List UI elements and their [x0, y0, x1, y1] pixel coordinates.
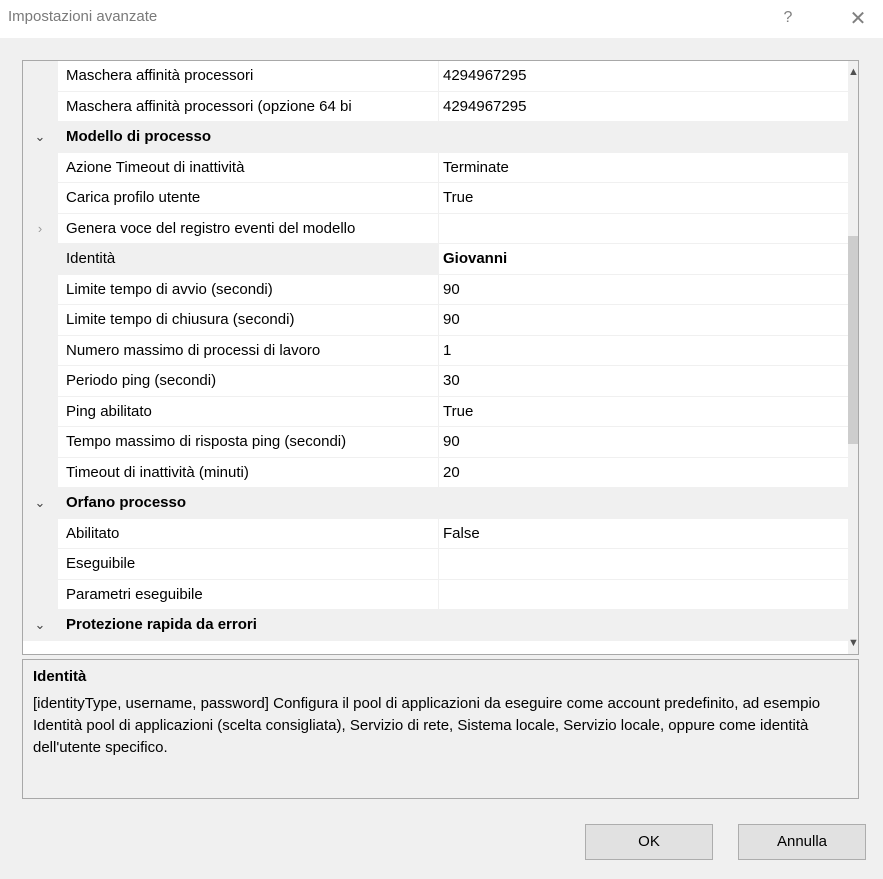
- property-name: Abilitato: [66, 524, 120, 542]
- row-gutter: [23, 183, 58, 213]
- property-row[interactable]: › Genera voce del registro eventi del mod…: [23, 213, 848, 244]
- property-row[interactable]: Numero massimo di processi di lavoro 1: [23, 335, 848, 366]
- property-row[interactable]: Identità Giovanni: [23, 244, 848, 275]
- property-grid-rows: Maschera affinità processori 4294967295 Ma…: [23, 61, 848, 654]
- row-gutter: [23, 335, 58, 365]
- property-row[interactable]: Azione Timeout di inattività Terminate: [23, 152, 848, 183]
- property-row[interactable]: Carica profilo utente True: [23, 183, 848, 214]
- property-row[interactable]: Eseguibile: [23, 549, 848, 580]
- row-gutter: [23, 396, 58, 426]
- title-bar: Impostazioni avanzate ? ✕: [0, 0, 883, 38]
- property-value[interactable]: 1: [438, 335, 848, 365]
- category-row[interactable]: ⌄ Modello di processo: [23, 122, 848, 153]
- row-gutter: [23, 366, 58, 396]
- property-name: Maschera affinità processori (opzione 64…: [66, 97, 352, 115]
- cancel-button[interactable]: Annulla: [738, 824, 866, 860]
- property-name: Limite tempo di avvio (secondi): [66, 280, 273, 298]
- property-value[interactable]: 20: [438, 457, 848, 487]
- property-value[interactable]: 90: [438, 305, 848, 335]
- property-value[interactable]: 4294967295: [438, 61, 848, 91]
- property-row[interactable]: Maschera affinità processori (opzione 64…: [23, 91, 848, 122]
- vertical-scrollbar[interactable]: ▲ ▼: [848, 61, 859, 654]
- window-title: Impostazioni avanzate: [8, 8, 158, 25]
- property-name: Ping abilitato: [66, 402, 152, 420]
- property-name: Periodo ping (secondi): [66, 372, 217, 389]
- description-title: Identità: [33, 668, 87, 685]
- property-grid: Maschera affinità processori 4294967295 Ma…: [22, 60, 859, 655]
- property-value[interactable]: False: [438, 518, 848, 548]
- row-gutter: [23, 274, 58, 304]
- row-gutter: [23, 518, 58, 548]
- category-row[interactable]: ⌄ Orfano processo: [23, 488, 848, 519]
- property-name: Timeout di inattività (minuti): [66, 463, 249, 481]
- row-gutter: [23, 305, 58, 335]
- chevron-down-icon[interactable]: ⌄: [33, 122, 47, 152]
- property-name: Azione Timeout di inattività: [66, 158, 245, 176]
- scroll-down-arrow-icon[interactable]: ▼: [848, 634, 859, 652]
- property-name: Identità: [58, 244, 438, 274]
- help-button[interactable]: ?: [776, 6, 800, 30]
- property-value[interactable]: 30: [438, 366, 848, 396]
- scroll-up-arrow-icon[interactable]: ▲: [848, 63, 859, 81]
- property-name: Genera voce del registro eventi del mode…: [66, 219, 356, 237]
- property-value[interactable]: True: [438, 396, 848, 426]
- property-name: Tempo massimo di risposta ping (secondi): [66, 433, 347, 450]
- property-name: Limite tempo di chiusura (secondi): [66, 311, 295, 328]
- row-gutter: [23, 579, 58, 609]
- property-name: Parametri eseguibile: [66, 585, 203, 603]
- row-gutter: [23, 427, 58, 457]
- category-label: Modello di processo: [66, 128, 212, 145]
- row-gutter: [23, 91, 58, 121]
- property-row[interactable]: Limite tempo di avvio (secondi) 90: [23, 274, 848, 305]
- property-value[interactable]: [438, 579, 848, 609]
- chevron-down-icon[interactable]: ⌄: [33, 488, 47, 518]
- property-value[interactable]: True: [438, 183, 848, 213]
- property-row[interactable]: Timeout di inattività (minuti) 20: [23, 457, 848, 488]
- category-row[interactable]: ⌄ Protezione rapida da errori: [23, 610, 848, 641]
- description-text: [identityType, username, password] Confi…: [33, 695, 821, 756]
- property-value[interactable]: Giovanni: [438, 244, 848, 274]
- property-name: Eseguibile: [66, 555, 136, 572]
- property-name: Carica profilo utente: [66, 189, 201, 206]
- chevron-down-icon[interactable]: ⌄: [33, 610, 47, 640]
- row-gutter: [23, 61, 58, 91]
- property-value[interactable]: 90: [438, 427, 848, 457]
- category-label: Protezione rapida da errori: [66, 616, 257, 633]
- property-value[interactable]: 90: [438, 274, 848, 304]
- row-gutter: [23, 244, 58, 274]
- row-gutter: [23, 152, 58, 182]
- property-name: Maschera affinità processori: [66, 67, 254, 84]
- property-row[interactable]: Parametri eseguibile: [23, 579, 848, 610]
- property-value[interactable]: [438, 549, 848, 579]
- property-value[interactable]: [438, 213, 848, 243]
- close-button[interactable]: ✕: [844, 6, 872, 32]
- property-row[interactable]: Ping abilitato True: [23, 396, 848, 427]
- property-row[interactable]: Maschera affinità processori 4294967295: [23, 61, 848, 92]
- chevron-right-icon[interactable]: ›: [33, 214, 47, 244]
- row-gutter: [23, 457, 58, 487]
- row-gutter: [23, 549, 58, 579]
- ok-button[interactable]: OK: [585, 824, 713, 860]
- property-name: Numero massimo di processi di lavoro: [66, 341, 321, 359]
- property-row[interactable]: Abilitato False: [23, 518, 848, 549]
- property-row[interactable]: Limite tempo di chiusura (secondi) 90: [23, 305, 848, 336]
- property-value[interactable]: Terminate: [438, 152, 848, 182]
- description-panel: Identità [identityType, username, passwo…: [22, 659, 859, 799]
- scroll-thumb[interactable]: [848, 236, 858, 444]
- property-value[interactable]: 4294967295: [438, 91, 848, 121]
- category-label: Orfano processo: [66, 494, 187, 511]
- property-row[interactable]: Periodo ping (secondi) 30: [23, 366, 848, 397]
- property-row[interactable]: Tempo massimo di risposta ping (secondi)…: [23, 427, 848, 458]
